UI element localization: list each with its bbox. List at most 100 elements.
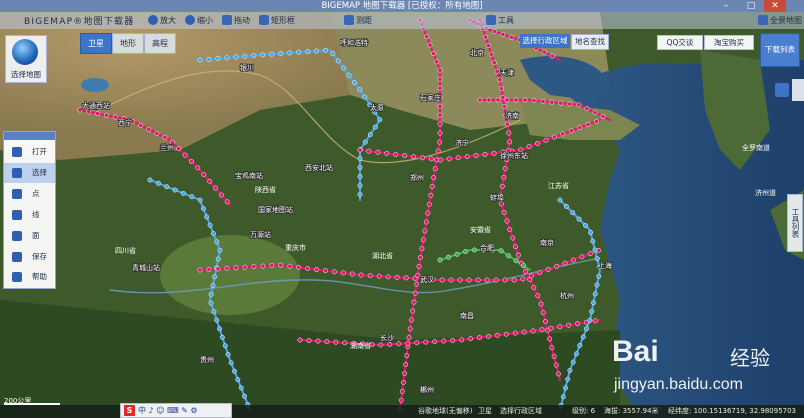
station-marker[interactable] (357, 192, 363, 197)
station-marker[interactable] (219, 334, 225, 340)
station-marker[interactable] (563, 203, 569, 209)
station-marker[interactable] (464, 154, 470, 160)
station-marker[interactable] (543, 137, 549, 143)
station-marker[interactable] (576, 102, 582, 108)
station-marker[interactable] (500, 95, 506, 100)
station-marker[interactable] (195, 165, 201, 171)
station-marker[interactable] (242, 393, 247, 399)
station-marker[interactable] (411, 299, 417, 305)
station-marker[interactable] (407, 326, 413, 332)
station-marker[interactable] (432, 166, 438, 172)
station-marker[interactable] (506, 130, 512, 136)
station-marker[interactable] (112, 114, 118, 120)
station-marker[interactable] (506, 253, 512, 259)
station-marker[interactable] (233, 54, 239, 60)
station-marker[interactable] (540, 98, 546, 104)
station-marker[interactable] (297, 337, 303, 343)
station-marker[interactable] (507, 227, 513, 232)
station-marker[interactable] (537, 270, 543, 276)
station-marker[interactable] (523, 269, 529, 274)
station-marker[interactable] (477, 97, 483, 103)
zoom-out-button[interactable]: 缩小 (185, 14, 213, 27)
station-marker[interactable] (197, 57, 203, 63)
station-marker[interactable] (446, 156, 452, 162)
station-marker[interactable] (521, 263, 527, 269)
station-marker[interactable] (584, 106, 590, 111)
station-marker[interactable] (222, 343, 228, 349)
station-marker[interactable] (412, 290, 418, 296)
station-marker[interactable] (557, 324, 563, 330)
station-marker[interactable] (314, 48, 320, 54)
station-marker[interactable] (305, 49, 311, 55)
station-marker[interactable] (560, 131, 566, 137)
station-marker[interactable] (215, 256, 221, 262)
station-marker[interactable] (411, 154, 417, 160)
station-marker[interactable] (406, 335, 412, 341)
station-marker[interactable] (393, 152, 399, 157)
station-marker[interactable] (568, 128, 574, 134)
station-marker[interactable] (428, 192, 434, 198)
station-marker[interactable] (210, 231, 216, 237)
station-marker[interactable] (511, 277, 517, 283)
station-marker[interactable] (592, 110, 598, 115)
station-marker[interactable] (428, 156, 434, 162)
station-marker[interactable] (331, 269, 337, 275)
station-marker[interactable] (507, 139, 513, 145)
station-marker[interactable] (420, 237, 426, 243)
station-marker[interactable] (531, 285, 537, 291)
station-marker[interactable] (423, 219, 429, 225)
station-marker[interactable] (104, 112, 109, 118)
station-marker[interactable] (366, 148, 372, 154)
station-marker[interactable] (494, 68, 500, 74)
station-marker[interactable] (417, 255, 423, 260)
point-button[interactable]: 点 (4, 184, 55, 204)
station-marker[interactable] (437, 139, 443, 145)
station-marker[interactable] (206, 266, 212, 272)
station-marker[interactable] (427, 42, 433, 48)
station-marker[interactable] (437, 121, 443, 127)
station-marker[interactable] (213, 185, 218, 191)
panorama-button[interactable]: 全景地图 (758, 14, 802, 27)
station-marker[interactable] (437, 130, 443, 136)
station-marker[interactable] (95, 111, 101, 116)
station-marker[interactable] (349, 271, 355, 277)
station-marker[interactable] (600, 114, 606, 119)
station-marker[interactable] (551, 353, 557, 359)
tab-satellite[interactable]: 卫星 (80, 33, 112, 54)
ime-toolbar[interactable]: S 中 ♪ ☺ ⌨ ✎ ⚙ (120, 403, 232, 418)
station-marker[interactable] (495, 97, 501, 103)
station-marker[interactable] (596, 273, 602, 279)
station-marker[interactable] (434, 59, 440, 65)
station-marker[interactable] (504, 121, 510, 127)
station-marker[interactable] (530, 328, 536, 334)
station-marker[interactable] (188, 158, 194, 164)
station-marker[interactable] (154, 130, 160, 136)
place-search-button[interactable]: 地名查找 (571, 34, 609, 50)
station-marker[interactable] (399, 388, 405, 394)
station-marker[interactable] (520, 276, 526, 282)
station-marker[interactable] (251, 53, 257, 58)
download-list-button[interactable]: 下载列表 (760, 33, 800, 67)
station-marker[interactable] (484, 277, 490, 283)
station-marker[interactable] (146, 126, 152, 132)
station-marker[interactable] (375, 149, 381, 155)
station-marker[interactable] (172, 187, 178, 193)
station-marker[interactable] (580, 334, 586, 340)
station-marker[interactable] (446, 254, 451, 260)
station-marker[interactable] (493, 277, 499, 283)
station-marker[interactable] (547, 336, 553, 342)
station-marker[interactable] (206, 56, 212, 62)
station-marker[interactable] (424, 34, 430, 40)
station-marker[interactable] (224, 199, 230, 205)
station-marker[interactable] (323, 47, 329, 53)
station-marker[interactable] (147, 177, 153, 183)
station-marker[interactable] (577, 125, 583, 131)
station-marker[interactable] (538, 301, 544, 307)
station-marker[interactable] (384, 150, 390, 156)
station-marker[interactable] (287, 50, 293, 56)
station-marker[interactable] (437, 112, 443, 118)
station-marker[interactable] (570, 257, 576, 263)
station-marker[interactable] (556, 371, 561, 377)
station-marker[interactable] (498, 248, 504, 254)
station-marker[interactable] (214, 317, 220, 323)
